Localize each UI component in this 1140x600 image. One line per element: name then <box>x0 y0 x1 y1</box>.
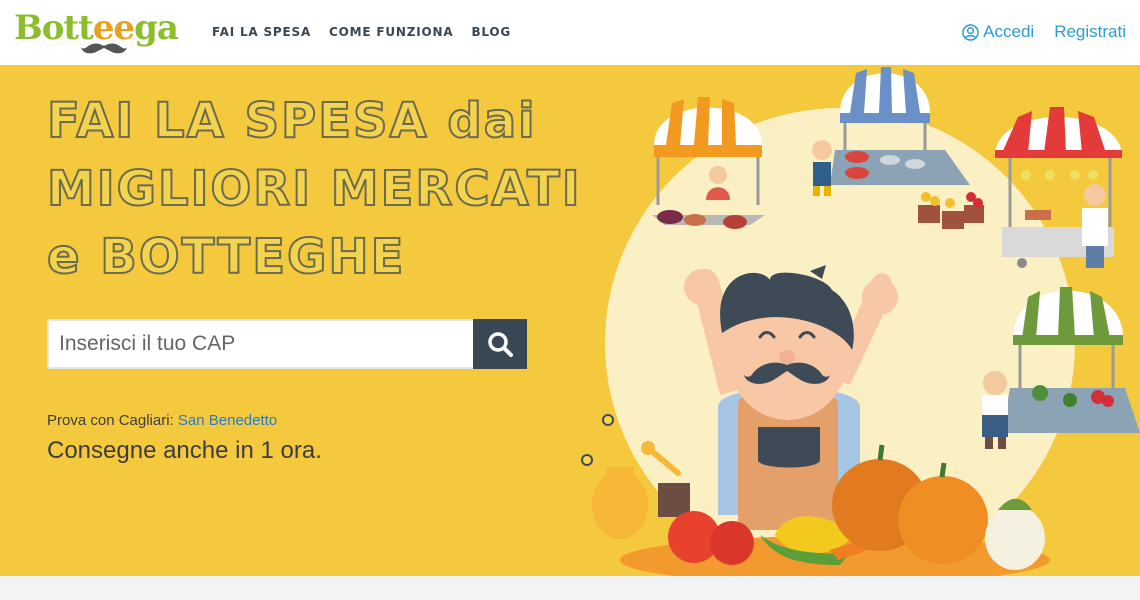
cap-search-form <box>47 319 527 369</box>
auth-links: Accedi Registrati <box>962 22 1126 42</box>
bottom-strip <box>0 576 1140 600</box>
nav-come-funziona[interactable]: COME FUNZIONA <box>329 25 453 39</box>
headline-line-3: e BOTTEGHE <box>46 228 406 286</box>
delivery-note: Consegne anche in 1 ora. <box>47 437 322 464</box>
nav-blog[interactable]: BLOG <box>471 25 511 39</box>
nav-fai-la-spesa[interactable]: FAI LA SPESA <box>212 25 311 39</box>
register-link[interactable]: Registrati <box>1054 22 1126 42</box>
try-city-link[interactable]: San Benedetto <box>178 412 277 429</box>
try-prefix: Prova con Cagliari: <box>47 412 174 429</box>
user-circle-icon <box>962 23 979 41</box>
login-label: Accedi <box>983 22 1035 41</box>
login-link[interactable]: Accedi <box>962 22 1034 42</box>
bee-icons <box>581 414 614 466</box>
main-nav: FAI LA SPESA COME FUNZIONA BLOG <box>212 25 511 39</box>
mustache-icon <box>81 43 127 54</box>
try-city-text: Prova con Cagliari: San Benedetto <box>47 412 277 429</box>
search-button[interactable] <box>473 319 527 369</box>
cap-search-input[interactable] <box>47 319 473 369</box>
hero-section: FAI LA SPESA dai MIGLIORI MERCATI e BOTT… <box>0 65 1140 576</box>
search-icon <box>488 332 513 357</box>
headline-line-2: MIGLIORI MERCATI <box>46 160 582 218</box>
botteega-logo[interactable]: Botteega <box>14 8 179 48</box>
headline-line-1: FAI LA SPESA dai <box>46 92 537 150</box>
hero-headline: FAI LA SPESA dai MIGLIORI MERCATI e BOTT… <box>46 87 582 291</box>
market-illustration <box>581 67 1140 576</box>
top-navigation: Botteega FAI LA SPESA COME FUNZIONA BLOG… <box>0 0 1140 65</box>
